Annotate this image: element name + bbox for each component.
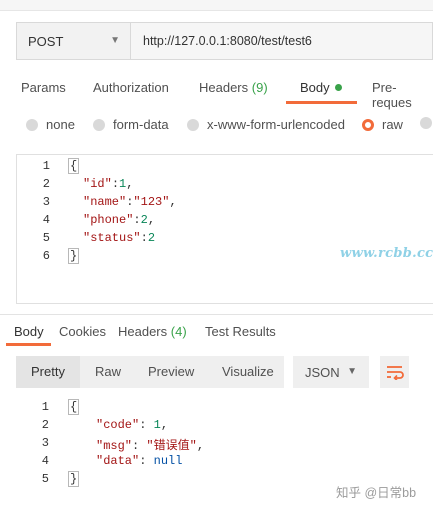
active-tab-indicator [286,101,357,104]
tab-authorization[interactable]: Authorization [93,80,169,95]
method-label: POST [28,33,64,49]
view-visualize-button[interactable]: Visualize [222,364,274,379]
radio-circle [420,117,432,129]
code-line: "code": 1, [96,418,169,432]
tab-response-headers[interactable]: Headers (4) [118,324,187,339]
view-preview-button[interactable]: Preview [148,364,194,379]
window-top-strip [0,0,433,11]
close-brace: } [68,248,80,264]
line-number: 5 [42,231,50,245]
wrap-lines-button[interactable] [380,356,409,388]
radio-circle-selected [362,118,374,131]
response-body-viewer[interactable] [0,396,433,496]
url-text: http://127.0.0.1:8080/test/test6 [143,34,312,48]
close-brace: } [68,471,80,487]
format-label: JSON [305,364,340,380]
tab-headers[interactable]: Headers (9) [199,80,268,95]
radio-binary[interactable] [420,117,433,129]
panel-divider[interactable] [0,314,433,315]
chevron-down-icon: ▼ [110,35,120,46]
format-select[interactable]: JSON ▼ [293,356,369,388]
view-raw-button[interactable]: Raw [95,364,121,379]
code-line: "id":1, [83,177,134,191]
chevron-down-icon: ▼ [347,366,357,377]
code-line: "status":2 [83,231,156,245]
radio-raw[interactable]: raw [362,117,403,132]
tab-params[interactable]: Params [21,80,66,95]
radio-circle [93,118,105,131]
line-number: 1 [42,159,50,173]
radio-form-data[interactable]: form-data [93,117,169,132]
code-line: "data": null [96,454,183,468]
view-pretty-button[interactable]: Pretty [31,364,65,379]
code-line: { [68,399,80,415]
code-line: "msg": "错误值", [96,439,205,453]
radio-none[interactable]: none [26,117,75,132]
tab-cookies[interactable]: Cookies [59,324,106,339]
line-number: 5 [41,472,49,486]
request-body-editor[interactable] [16,154,433,304]
tab-response-body[interactable]: Body [14,324,44,339]
wrap-lines-icon [386,366,404,380]
body-modified-dot [334,84,342,91]
tab-test-results[interactable]: Test Results [205,324,276,339]
url-input[interactable]: http://127.0.0.1:8080/test/test6 [130,22,433,60]
footer-watermark: 知乎 @日常bb [336,486,417,500]
line-number: 2 [41,418,49,432]
code-line: } [68,471,80,487]
open-brace: { [68,158,80,174]
method-select[interactable]: POST ▼ [16,22,130,60]
line-number: 3 [41,436,49,450]
radio-circle [187,118,199,131]
line-number: 3 [42,195,50,209]
code-line: "name":"123", [83,195,177,209]
response-headers-count: (4) [170,324,187,339]
tab-body[interactable]: Body [300,80,342,95]
radio-circle [26,118,38,131]
tab-pre-request[interactable]: Pre-reques [372,80,433,110]
code-line: "phone":2, [83,213,156,227]
code-line: } [68,248,80,264]
radio-x-www-form-urlencoded[interactable]: x-www-form-urlencoded [187,117,345,132]
line-number: 6 [42,249,50,263]
line-number: 1 [41,400,49,414]
active-response-tab-indicator [6,343,51,346]
line-number: 4 [41,454,49,468]
watermark: www.rcbb.cc [340,246,433,261]
headers-count: (9) [251,80,268,95]
code-line: { [68,158,80,174]
line-number: 2 [42,177,50,191]
line-number: 4 [42,213,50,227]
open-brace: { [68,399,80,415]
